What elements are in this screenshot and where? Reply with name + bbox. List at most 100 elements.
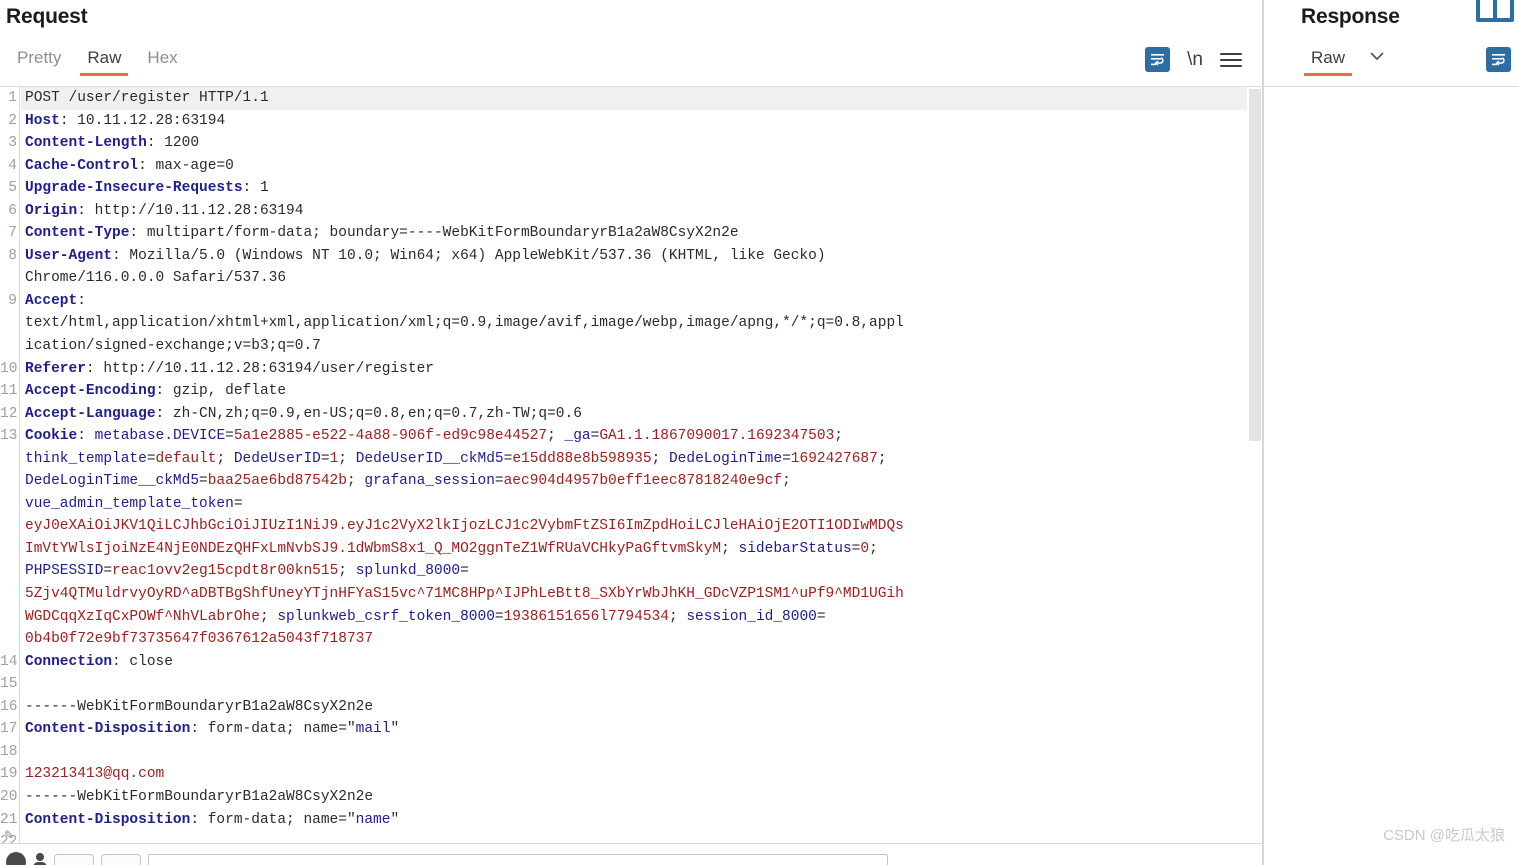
line-number [0,267,19,290]
code-token: splunkweb_csrf_token_8000 [277,608,495,625]
hamburger-menu-icon[interactable] [1220,52,1242,67]
search-option-button-2[interactable] [101,853,141,865]
code-token: : 10.11.12.28:63194 [59,112,226,129]
code-token: sidebarStatus [738,540,852,557]
line-number: 9 [8,292,17,309]
tab-raw[interactable]: Raw [74,46,134,76]
code-token: : [77,292,86,309]
request-bottom-bar [0,843,1262,865]
code-token: : form-data; name=" [190,721,356,738]
request-vertical-scrollbar[interactable] [1248,87,1262,843]
code-token: Host [25,112,60,129]
code-token: Accept-Encoding [25,383,156,400]
code-token: ; [259,608,278,625]
code-line: Content-Disposition: form-data; name="ma… [21,718,1247,741]
code-line: text/html,application/xhtml+xml,applicat… [21,312,1247,335]
code-token: ; [869,540,878,557]
line-number: 4 [8,157,17,174]
line-number: 17 [0,721,18,738]
response-tab-raw[interactable]: Raw [1298,46,1358,76]
code-token: = [103,563,113,580]
code-token: = [146,450,156,467]
code-token: = [320,450,330,467]
response-panel-title: Response [1301,5,1400,28]
code-token: session_id_8000 [686,608,817,625]
code-token: : gzip, deflate [155,383,287,400]
newline-toggle-icon[interactable]: \n [1187,49,1203,71]
response-raw-text[interactable] [1285,87,1504,843]
code-token: aec904d4957b0eff1eec87818240e9cf [503,473,783,490]
code-token: ; [346,473,365,490]
code-token: Chrome/116.0.0.0 Safari/537.36 [25,270,287,287]
code-token: : Mozilla/5.0 (Windows NT 10.0; Win64; x… [112,247,826,264]
code-token: Referer [25,360,86,377]
request-editor[interactable]: 12345678 9 10 11 12 13 14 15 16 17 18 19 20 21 22 P… [0,86,1262,843]
line-number: 13 [0,428,18,445]
request-toolbar: \n [1145,47,1242,72]
burp-repeater-window: Request Pretty Raw Hex \n 1 2 3 4 5 6 7 … [0,0,1519,865]
tab-pretty[interactable]: Pretty [4,46,74,76]
line-number: 14 [0,653,18,670]
code-line: eyJ0eXAiOiJKV1QiLCJhbGciOiJIUzI1NiJ9.eyJ… [21,515,1247,538]
code-token: ; [668,608,687,625]
line-number [0,583,19,606]
word-wrap-icon[interactable] [1145,47,1171,72]
line-number: 11 [0,383,18,400]
line-number [0,493,19,516]
code-token: : http://10.11.12.28:63194/user/register [85,360,434,377]
code-token: splunkd_8000 [355,563,461,580]
search-input[interactable] [148,853,888,865]
code-token: : multipart/form-data; boundary=----WebK… [129,225,739,242]
code-line: think_template=default; DedeUserID=1; De… [21,448,1247,471]
code-token: DedeUserID__ckMd5 [355,450,504,467]
code-line: 123213413@qq.com [21,763,1247,786]
code-token: reac1ovv2eg15cpdt8r00kn515 [112,563,339,580]
code-token: Connection [25,653,113,670]
code-token: vue_admin_template_token [25,495,234,512]
code-token: : 1200 [146,135,200,152]
code-token: Content-Disposition [25,721,191,738]
line-number: 2 [8,112,17,129]
code-token: ImVtYWlsIjoiNzE4NjE0NDEzQHFxLmNvbSJ9.1dW… [25,540,722,557]
code-line: vue_admin_template_token= [21,493,1247,516]
code-line: WGDCqqXzIqCxPOWf^NhVLabrOhe; splunkweb_c… [21,606,1247,629]
code-token: : http://10.11.12.28:63194 [77,202,304,219]
response-editor[interactable] [1264,86,1519,843]
tab-hex[interactable]: Hex [134,46,190,76]
code-line: ------WebKitFormBoundaryrB1a2aW8CsyX2n2e [21,786,1247,809]
line-number: 6 [8,202,17,219]
code-token: DedeLoginTime [668,450,783,467]
scrollbar-thumb[interactable] [1249,89,1261,441]
line-number: 7 [8,225,17,242]
code-token: text/html,application/xhtml+xml,applicat… [25,315,904,332]
code-token: e15dd88e8b598935 [512,450,652,467]
request-tab-strip: Pretty Raw Hex [4,46,191,79]
response-word-wrap-icon[interactable] [1486,47,1511,72]
code-token: 1692427687 [790,450,878,467]
code-token: mail [355,721,391,738]
code-token: = [460,563,469,580]
code-line: ImVtYWlsIjoiNzE4NjE0NDEzQHFxLmNvbSJ9.1dW… [21,538,1247,561]
code-token: = [199,473,208,490]
line-number [0,606,19,629]
code-token: Cookie [25,428,78,445]
code-token: ; [782,473,791,490]
code-token: Content-Disposition [25,811,191,828]
code-token: : form-data; name=" [190,811,356,828]
split-layout-icon[interactable] [1476,0,1514,22]
chevron-down-icon[interactable] [1358,46,1396,70]
code-line: Content-Type: multipart/form-data; bound… [21,222,1247,245]
person-icon[interactable] [33,853,47,865]
code-line: PHPSESSID=reac1ovv2eg15cpdt8r00kn515; sp… [21,560,1247,583]
search-option-button-1[interactable] [54,853,94,865]
code-token: POST /user/register HTTP/1.1 [25,90,269,106]
code-token: = [494,608,504,625]
code-token: DedeLoginTime__ckMd5 [25,473,200,490]
response-toolbar [1486,47,1511,72]
request-panel-title: Request [6,5,88,28]
code-token: 0b4b0f72e9bf73735647f0367612a5043f718737 [25,631,374,648]
search-circle-icon[interactable] [6,852,26,865]
request-raw-text[interactable]: POST /user/register HTTP/1.1 Host: 10.11.… [21,87,1247,843]
code-token: ------WebKitFormBoundaryrB1a2aW8CsyX2n2e [25,698,374,715]
code-token: : max-age=0 [138,157,234,174]
